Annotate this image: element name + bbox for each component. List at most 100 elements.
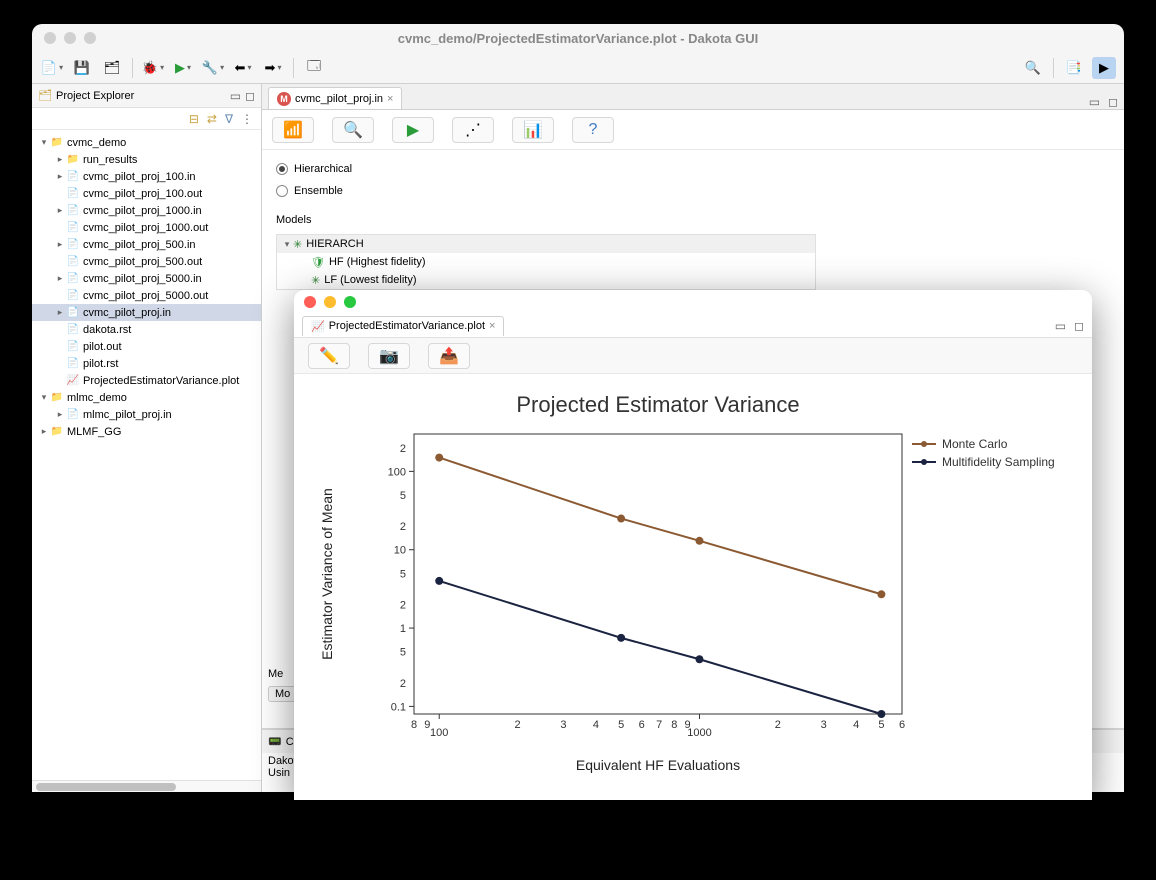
svg-text:6: 6	[639, 719, 645, 731]
forward-button[interactable]: ➡	[261, 57, 285, 79]
minimize-panel-icon[interactable]: ▭	[230, 89, 241, 103]
close-tab-icon[interactable]: ×	[489, 320, 495, 332]
models-tree[interactable]: ▾✳HIERARCH 🛡HF (Highest fidelity) ✳LF (L…	[276, 234, 816, 290]
maximize-editor-icon[interactable]: ◻	[1074, 319, 1084, 333]
tree-item[interactable]: 📄cvmc_pilot_proj_500.out	[32, 253, 261, 270]
svg-text:Monte Carlo: Monte Carlo	[942, 437, 1008, 451]
tree-item[interactable]: ▸📁MLMF_GG	[32, 423, 261, 440]
perspective-button[interactable]: 📑	[1062, 57, 1086, 79]
restore-panel-icon[interactable]: ◻	[245, 89, 255, 103]
close-tab-icon[interactable]: ×	[387, 93, 393, 105]
plot-tab-label: ProjectedEstimatorVariance.plot	[329, 320, 485, 332]
svg-text:2: 2	[515, 719, 521, 731]
dakota-perspective-button[interactable]: ▶	[1092, 57, 1116, 79]
svg-text:4: 4	[593, 719, 599, 731]
svg-text:10: 10	[394, 545, 406, 557]
help-button[interactable]: ?	[572, 117, 614, 143]
snapshot-button[interactable]: 📷	[368, 343, 410, 369]
project-explorer-panel: 🗂 Project Explorer ▭ ◻ ⊟ ⇄ ∇ ⋮ ▾📁cvmc_de…	[32, 84, 262, 792]
svg-text:1: 1	[400, 623, 406, 635]
editor-tab-label: cvmc_pilot_proj.in	[295, 93, 383, 105]
svg-text:8: 8	[671, 719, 677, 731]
svg-text:2: 2	[400, 678, 406, 690]
export-button[interactable]: 📤	[428, 343, 470, 369]
svg-text:3: 3	[821, 719, 827, 731]
separator	[293, 58, 294, 78]
radio-hierarchical[interactable]: Hierarchical	[276, 158, 1110, 180]
ext-button[interactable]: 🔧	[201, 57, 225, 79]
chart-canvas[interactable]: Projected Estimator Variance Estimator Va…	[294, 374, 1092, 800]
svg-text:100: 100	[388, 466, 406, 478]
save-button[interactable]: 💾	[70, 57, 94, 79]
menu-icon[interactable]: ⋮	[241, 112, 253, 126]
svg-text:1000: 1000	[687, 727, 711, 739]
svg-text:6: 6	[899, 719, 905, 731]
tree-item[interactable]: ▸📄cvmc_pilot_proj_100.in	[32, 168, 261, 185]
tree-item[interactable]: 📈ProjectedEstimatorVariance.plot	[32, 372, 261, 389]
maximize-icon[interactable]	[344, 296, 356, 308]
link-editor-icon[interactable]: ⇄	[207, 112, 217, 126]
horizontal-scrollbar[interactable]	[32, 780, 261, 792]
svg-text:5: 5	[400, 568, 406, 580]
collapse-all-icon[interactable]: ⊟	[189, 112, 199, 126]
back-button[interactable]: ⬅	[231, 57, 255, 79]
edit-button[interactable]: ✏️	[308, 343, 350, 369]
svg-text:5: 5	[618, 719, 624, 731]
new-button[interactable]: 📄	[40, 57, 64, 79]
save-all-button[interactable]: 🗂	[100, 57, 124, 79]
separator	[1053, 58, 1054, 78]
run-button[interactable]: ▶	[171, 57, 195, 79]
zoom-button[interactable]: 🔍	[332, 117, 374, 143]
truncated-label-mo[interactable]: Mo	[268, 686, 297, 702]
tree-item[interactable]: ▸📄cvmc_pilot_proj_500.in	[32, 236, 261, 253]
svg-text:2: 2	[400, 443, 406, 455]
minimize-editor-icon[interactable]: ▭	[1089, 95, 1100, 109]
tree-item[interactable]: 📄cvmc_pilot_proj_100.out	[32, 185, 261, 202]
play-button[interactable]: ▶	[392, 117, 434, 143]
search-button[interactable]: 🔍	[1021, 57, 1045, 79]
tree-item[interactable]: 📄pilot.out	[32, 338, 261, 355]
plot-window: 📈 ProjectedEstimatorVariance.plot × ▭ ◻ …	[294, 290, 1092, 800]
tree-item[interactable]: 📄dakota.rst	[32, 321, 261, 338]
svg-text:2: 2	[400, 521, 406, 533]
svg-text:Estimator Variance of Mean: Estimator Variance of Mean	[319, 488, 335, 660]
svg-text:3: 3	[560, 719, 566, 731]
svg-text:100: 100	[430, 727, 448, 739]
tree-item[interactable]: ▸📄mlmc_pilot_proj.in	[32, 406, 261, 423]
chart-icon: 📈	[311, 320, 325, 333]
close-icon[interactable]	[304, 296, 316, 308]
models-label: Models	[262, 210, 1124, 230]
tree-item[interactable]: ▸📄cvmc_pilot_proj_5000.in	[32, 270, 261, 287]
separator	[132, 58, 133, 78]
filter-icon[interactable]: ∇	[225, 112, 233, 126]
tree-item[interactable]: 📄pilot.rst	[32, 355, 261, 372]
tree-item[interactable]: 📄cvmc_pilot_proj_1000.out	[32, 219, 261, 236]
svg-text:Projected Estimator Variance: Projected Estimator Variance	[516, 392, 799, 417]
plot-tab[interactable]: 📈 ProjectedEstimatorVariance.plot ×	[302, 316, 504, 336]
svg-text:0.1: 0.1	[391, 701, 406, 713]
plot-tabbar: 📈 ProjectedEstimatorVariance.plot × ▭ ◻	[294, 314, 1092, 338]
tree-item[interactable]: ▾📁mlmc_demo	[32, 389, 261, 406]
tree-item[interactable]: ▸📁run_results	[32, 151, 261, 168]
project-tree[interactable]: ▾📁cvmc_demo▸📁run_results▸📄cvmc_pilot_pro…	[32, 130, 261, 780]
folder-icon: 🗂	[38, 89, 52, 103]
tree-item[interactable]: ▸📄cvmc_pilot_proj_1000.in	[32, 202, 261, 219]
minimize-icon[interactable]	[324, 296, 336, 308]
radio-ensemble[interactable]: Ensemble	[276, 180, 1110, 202]
bar-chart-button[interactable]: 📊	[512, 117, 554, 143]
tree-item[interactable]: 📄cvmc_pilot_proj_5000.out	[32, 287, 261, 304]
maximize-editor-icon[interactable]: ◻	[1108, 95, 1118, 109]
plot-toolbar: ✏️ 📷 📤	[294, 338, 1092, 374]
debug-button[interactable]: 🐞	[141, 57, 165, 79]
panel-title: Project Explorer	[56, 90, 134, 102]
svg-text:5: 5	[878, 719, 884, 731]
svg-text:4: 4	[853, 719, 859, 731]
minimize-editor-icon[interactable]: ▭	[1055, 319, 1066, 333]
scatter-button[interactable]: ⋰	[452, 117, 494, 143]
svg-text:Equivalent HF Evaluations: Equivalent HF Evaluations	[576, 757, 740, 773]
editor-tab[interactable]: M cvmc_pilot_proj.in ×	[268, 87, 402, 109]
tree-item[interactable]: ▸📄cvmc_pilot_proj.in	[32, 304, 261, 321]
new-window-button[interactable]: 🗔	[302, 57, 326, 79]
tree-item[interactable]: ▾📁cvmc_demo	[32, 134, 261, 151]
signal-button[interactable]: 📶	[272, 117, 314, 143]
